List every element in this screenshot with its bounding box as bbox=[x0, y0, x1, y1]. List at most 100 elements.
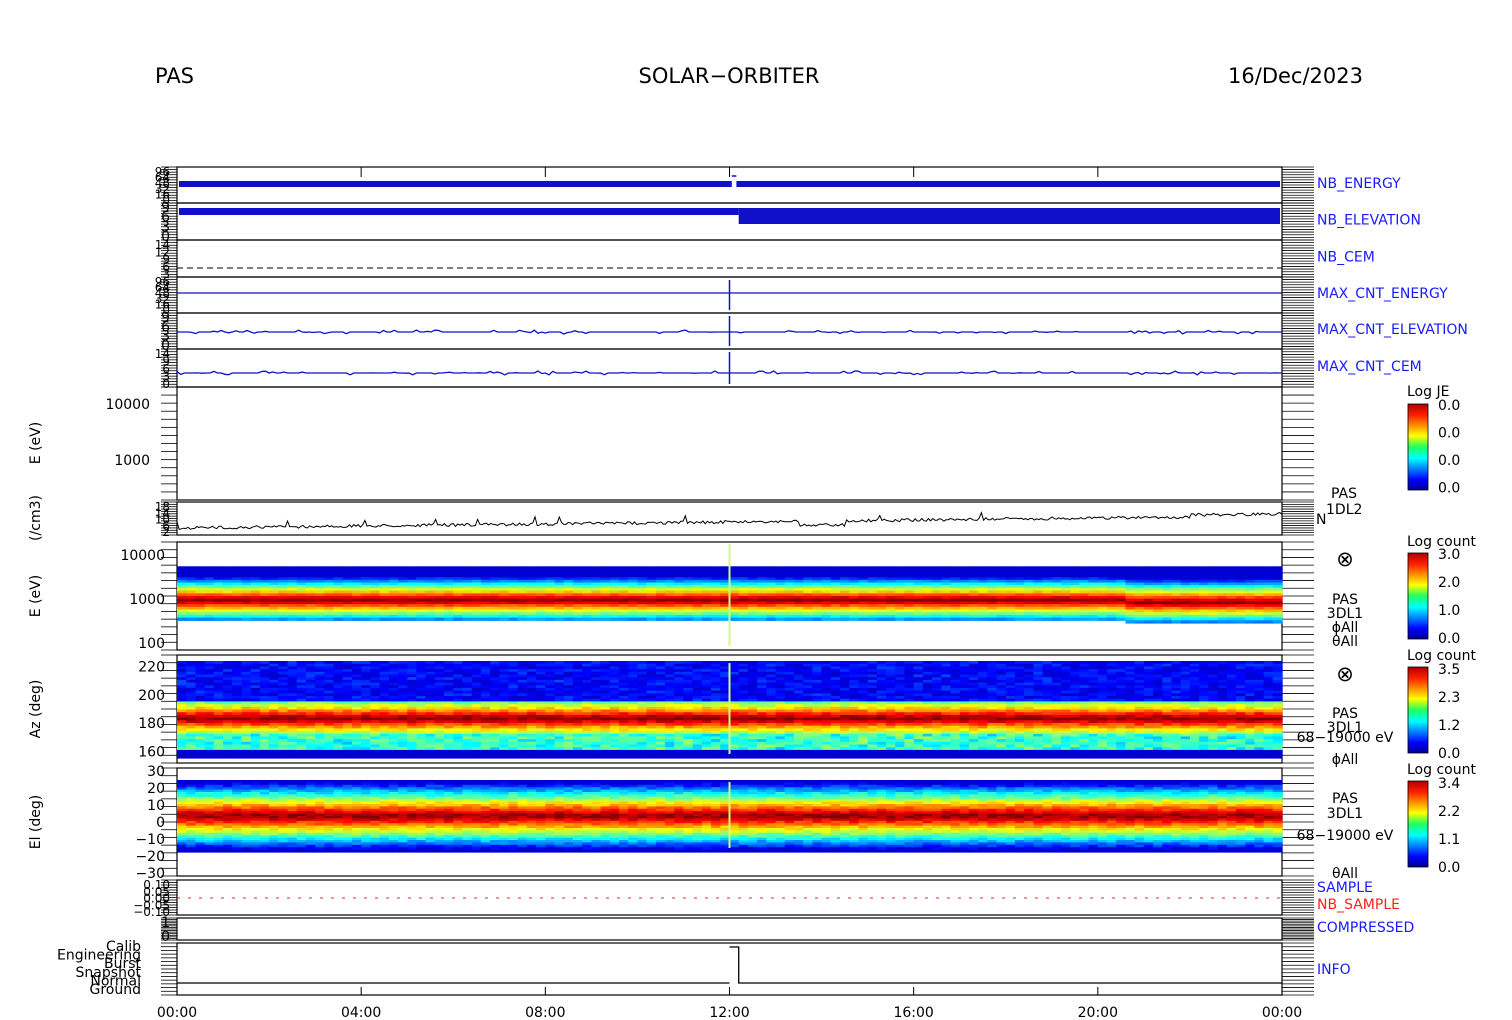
panel-label-nb-energy: NB_ENERGY bbox=[1317, 176, 1401, 192]
energy-cell bbox=[1208, 620, 1219, 624]
azimuth-cell bbox=[333, 755, 344, 759]
panel-stack: 96644832160NB_ENERGY9630NB_ELEVATION1412… bbox=[28, 165, 1476, 998]
energy-cell bbox=[582, 617, 592, 621]
y-tick-label: 10000 bbox=[120, 548, 165, 564]
energy-cell bbox=[803, 617, 813, 621]
energy-cell bbox=[526, 617, 537, 621]
y-axis-label: E (eV) bbox=[28, 422, 44, 464]
energy-cell bbox=[812, 617, 823, 621]
energy-cell bbox=[849, 617, 860, 621]
energy-cell bbox=[480, 617, 491, 621]
azimuth-cell bbox=[361, 755, 371, 759]
energy-cell bbox=[655, 617, 666, 621]
energy-cell bbox=[628, 617, 639, 621]
panel-nb-elevation: 9630NB_ELEVATION bbox=[161, 200, 1421, 245]
energy-cell bbox=[1061, 617, 1071, 621]
energy-cell bbox=[1042, 617, 1053, 621]
energy-cell bbox=[407, 617, 418, 621]
density-n-label: N bbox=[1316, 512, 1326, 528]
energy-cell bbox=[434, 617, 445, 621]
azimuth-cell bbox=[655, 755, 666, 759]
into-page-symbol: ⊗ bbox=[1336, 547, 1354, 571]
elevation-band bbox=[738, 208, 1280, 224]
colorbar-tick: 3.0 bbox=[1438, 547, 1460, 563]
panel-nb-energy: 96644832160NB_ENERGY bbox=[155, 165, 1401, 207]
y-axis-label: Az (deg) bbox=[28, 680, 44, 739]
azimuth-cell bbox=[388, 755, 399, 759]
energy-cell bbox=[370, 617, 381, 621]
energy-cell bbox=[738, 617, 749, 621]
energy-cell bbox=[830, 617, 841, 621]
azimuth-cell bbox=[508, 755, 519, 759]
energy-cell bbox=[665, 617, 675, 621]
azimuth-cell bbox=[232, 755, 243, 759]
azimuth-cell bbox=[692, 755, 703, 759]
colorbar-tick: 0.0 bbox=[1438, 631, 1460, 647]
y-axis-label: (/cm3) bbox=[28, 495, 44, 541]
energy-cell bbox=[766, 617, 777, 621]
azimuth-cell bbox=[637, 755, 648, 759]
energy-cell bbox=[379, 617, 390, 621]
energy-cell bbox=[867, 617, 878, 621]
energy-cell bbox=[499, 617, 510, 621]
y-tick-label: 0 bbox=[162, 377, 170, 391]
azimuth-cell bbox=[444, 755, 454, 759]
colorbar-je bbox=[1407, 403, 1429, 491]
energy-cell bbox=[490, 617, 500, 621]
azimuth-cell bbox=[370, 755, 381, 759]
panel-frame bbox=[176, 239, 1283, 278]
energy-band bbox=[736, 181, 1280, 187]
azimuth-cell bbox=[342, 755, 353, 759]
energy-cell bbox=[315, 617, 325, 621]
y-tick-label: 10000 bbox=[105, 397, 150, 413]
azimuth-cell bbox=[287, 755, 298, 759]
azimuth-cell bbox=[177, 755, 187, 759]
energy-cell bbox=[398, 617, 408, 621]
elevation-band bbox=[179, 208, 739, 215]
y-tick-label: 100 bbox=[138, 636, 165, 652]
energy-cell bbox=[333, 617, 344, 621]
energy-cell bbox=[508, 617, 519, 621]
energy-cell bbox=[462, 617, 473, 621]
energy-cell bbox=[241, 617, 252, 621]
energy-band bbox=[179, 181, 732, 187]
colorbar-tick: 0.0 bbox=[1438, 481, 1460, 497]
energy-cell bbox=[941, 617, 952, 621]
energy-cell bbox=[1107, 617, 1117, 621]
azimuth-cell bbox=[223, 755, 233, 759]
energy-cell bbox=[757, 617, 767, 621]
energy-cell bbox=[425, 617, 436, 621]
energy-cell bbox=[978, 617, 988, 621]
energy-cell bbox=[1217, 620, 1228, 624]
energy-cell bbox=[536, 617, 546, 621]
energy-cell bbox=[959, 617, 970, 621]
azimuth-cell bbox=[453, 755, 464, 759]
energy-cell bbox=[922, 617, 933, 621]
energy-cell bbox=[987, 617, 998, 621]
energy-cell bbox=[637, 617, 648, 621]
azimuth-cell bbox=[305, 755, 316, 759]
energy-cell bbox=[554, 617, 565, 621]
energy-cell bbox=[701, 617, 712, 621]
azimuth-cell bbox=[480, 755, 491, 759]
energy-cell bbox=[1189, 620, 1200, 624]
panel-max-cnt-energy: 96644832160MAX_CNT_ENERGY bbox=[155, 275, 1448, 317]
energy-cell bbox=[342, 617, 353, 621]
energy-cell bbox=[1263, 620, 1274, 624]
azimuth-cell bbox=[241, 755, 252, 759]
energy-cell bbox=[1143, 620, 1154, 624]
summary-plot: PAS SOLAR−ORBITER 16/Dec/2023 9664483216… bbox=[28, 64, 1476, 1020]
azimuth-cell bbox=[490, 755, 500, 759]
azimuth-cell bbox=[526, 755, 537, 759]
panel-frame bbox=[176, 501, 1283, 536]
energy-cell bbox=[1097, 617, 1108, 621]
energy-cell bbox=[388, 617, 399, 621]
colorbar-tick: 0.0 bbox=[1438, 426, 1460, 442]
azimuth-cell bbox=[351, 755, 362, 759]
energy-cell bbox=[1199, 620, 1209, 624]
azimuth-cell bbox=[628, 755, 639, 759]
energy-cell bbox=[1134, 620, 1145, 624]
colorbar-tick: 2.0 bbox=[1438, 575, 1460, 591]
energy-cell bbox=[232, 617, 243, 621]
azimuth-cell bbox=[278, 755, 289, 759]
